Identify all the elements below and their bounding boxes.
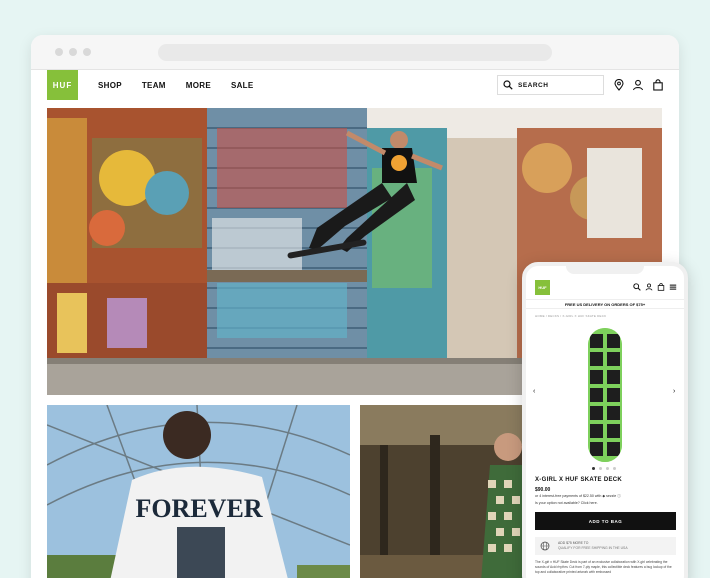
nav-team[interactable]: TEAM	[142, 81, 166, 90]
next-image-arrow[interactable]: ›	[673, 388, 675, 395]
account-icon[interactable]	[632, 79, 644, 91]
image-carousel-dots[interactable]	[592, 467, 616, 470]
carousel-dot[interactable]	[613, 467, 616, 470]
add-to-bag-button[interactable]: ADD TO BAG	[535, 512, 676, 530]
window-dot	[83, 48, 91, 56]
shopping-bag-icon[interactable]	[652, 79, 664, 91]
feature-image-forever-tee[interactable]: FOREVER	[47, 405, 350, 578]
availability-link[interactable]: Is your option not available? Click here…	[535, 501, 598, 505]
product-price: $90.00	[535, 487, 551, 493]
menu-icon[interactable]	[669, 283, 677, 291]
prev-image-arrow[interactable]: ‹	[533, 388, 535, 395]
address-bar[interactable]	[158, 44, 552, 61]
account-icon[interactable]	[645, 283, 653, 291]
location-pin-icon[interactable]	[613, 79, 625, 91]
globe-icon	[540, 541, 550, 551]
phone-notch	[566, 266, 644, 274]
forever-shirt-text: FOREVER	[135, 494, 262, 523]
nav-sale[interactable]: SALE	[231, 81, 254, 90]
main-nav: SHOP TEAM MORE SALE	[98, 81, 254, 90]
window-dot	[55, 48, 63, 56]
search-box[interactable]: SEARCH	[497, 75, 604, 95]
tile-photo	[360, 405, 530, 578]
huf-logo-mobile[interactable]: HUF	[535, 280, 550, 295]
deck-graphic	[588, 328, 622, 462]
search-icon[interactable]	[633, 283, 641, 291]
carousel-dot[interactable]	[599, 467, 602, 470]
window-dot	[69, 48, 77, 56]
shipping-threshold-text: ADD $75 MORE TO	[558, 541, 589, 545]
shopping-bag-icon[interactable]	[657, 283, 665, 291]
tile-photo: FOREVER	[47, 405, 350, 578]
search-label: SEARCH	[518, 81, 549, 89]
product-title: X-GIRL X HUF SKATE DECK	[535, 477, 623, 483]
shipping-threshold-subtext: QUALIFY FOR FREE SHIPPING IN THE USA	[558, 546, 628, 550]
search-icon	[503, 80, 513, 90]
huf-logo[interactable]: HUF	[47, 70, 78, 100]
installment-text: or 4 interest-free payments of $22.50 wi…	[535, 494, 621, 498]
carousel-dot[interactable]	[592, 467, 595, 470]
mobile-phone-frame: HUF FREE US DELIVERY ON ORDERS OF $75+ H…	[522, 262, 688, 578]
product-description: The X-girl x HUF Skate Deck is part of a…	[535, 560, 672, 574]
skate-deck-image[interactable]	[588, 328, 622, 462]
shipping-banner: FREE US DELIVERY ON ORDERS OF $75+	[526, 299, 684, 309]
feature-image-checkered-outfit[interactable]	[360, 405, 530, 578]
carousel-dot[interactable]	[606, 467, 609, 470]
free-shipping-notice: ADD $75 MORE TO QUALIFY FOR FREE SHIPPIN…	[535, 537, 676, 555]
site-header: HUF SHOP TEAM MORE SALE SEARCH	[47, 70, 663, 105]
breadcrumb[interactable]: HOME / DECKS / X-GIRL X HUF SKATE DECK	[535, 314, 606, 318]
nav-more[interactable]: MORE	[186, 81, 211, 90]
browser-toolbar	[31, 35, 679, 70]
nav-shop[interactable]: SHOP	[98, 81, 122, 90]
